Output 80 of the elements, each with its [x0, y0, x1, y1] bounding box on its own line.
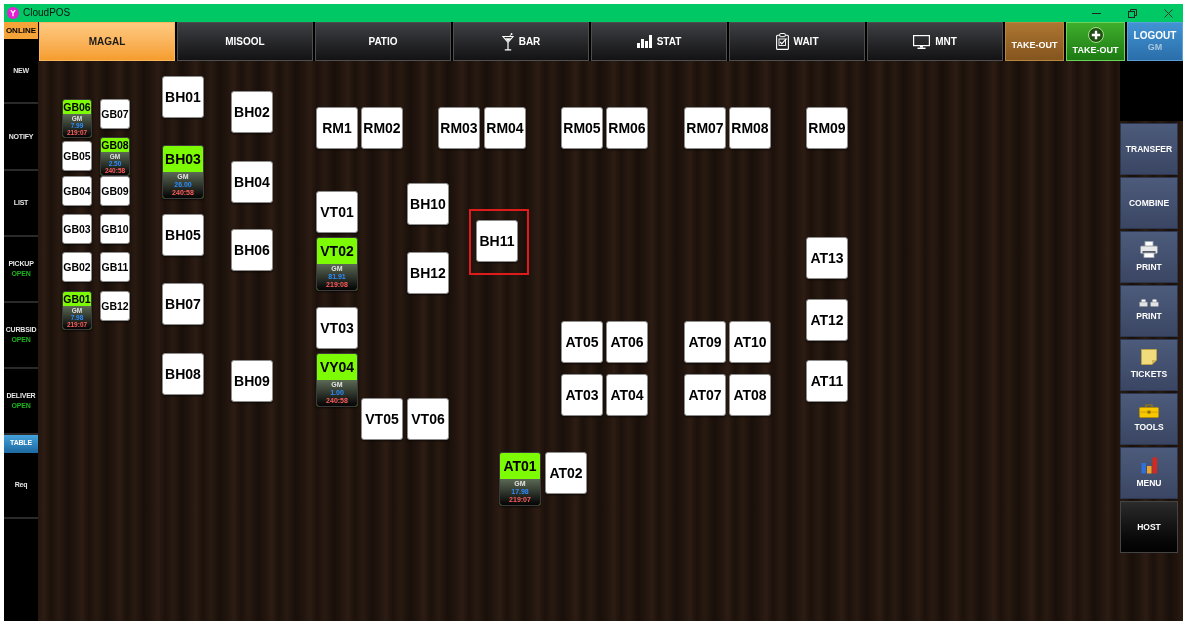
take-out-button[interactable]: TAKE-OUT — [1066, 22, 1125, 61]
table-button[interactable]: RM09 — [806, 107, 848, 149]
table-button[interactable]: BH12 — [407, 252, 449, 294]
logo-icon — [7, 7, 19, 19]
tab[interactable]: STAT — [591, 22, 727, 61]
printer-icon — [1140, 240, 1158, 258]
action-button[interactable]: TRANSFER — [1120, 123, 1178, 175]
colored-bar-chart-icon — [1140, 456, 1158, 474]
table-button[interactable]: RM05 — [561, 107, 603, 149]
table-button[interactable]: GB04 — [62, 176, 92, 206]
table-button[interactable]: RM04 — [484, 107, 526, 149]
table-button[interactable]: AT10 — [729, 321, 771, 363]
table-button[interactable]: AT03 — [561, 374, 603, 416]
table-button[interactable]: GB07 — [100, 99, 130, 129]
monitor-icon — [913, 34, 931, 49]
table-button[interactable]: BH08 — [162, 353, 204, 395]
action-button[interactable]: COMBINE — [1120, 177, 1178, 229]
close-icon[interactable] — [1164, 8, 1173, 18]
table-button[interactable]: RM03 — [438, 107, 480, 149]
bar-chart-icon — [636, 35, 652, 48]
action-button[interactable]: PRINT — [1120, 285, 1178, 337]
plus-circle-icon — [1087, 27, 1104, 44]
table-button[interactable]: GB02 — [62, 252, 92, 282]
table-button[interactable]: GB05 — [62, 141, 92, 171]
table-button[interactable]: AT09 — [684, 321, 726, 363]
table-button[interactable]: BH01 — [162, 76, 204, 118]
table-button[interactable]: GB10 — [100, 214, 130, 244]
action-button[interactable]: PRINT — [1120, 231, 1178, 283]
minimize-icon[interactable] — [1092, 12, 1101, 14]
tab[interactable]: BAR — [453, 22, 589, 61]
clipboard-check-icon — [775, 33, 789, 50]
table-button[interactable]: RM1 — [316, 107, 358, 149]
action-button[interactable]: HOST — [1120, 501, 1178, 553]
tab[interactable]: MNT — [867, 22, 1003, 61]
table-button[interactable]: VT06 — [407, 398, 449, 440]
tab[interactable]: WAIT — [729, 22, 865, 61]
table-button[interactable]: AT02 — [545, 452, 587, 494]
table-button[interactable]: BH07 — [162, 283, 204, 325]
two-printers-icon — [1139, 299, 1159, 308]
tab[interactable]: PATIO — [315, 22, 451, 61]
table-button[interactable]: AT07 — [684, 374, 726, 416]
table-button[interactable]: BH02 — [231, 91, 273, 133]
table-button[interactable]: AT08 — [729, 374, 771, 416]
sticky-note-icon — [1141, 349, 1157, 366]
table-button[interactable]: RM07 — [684, 107, 726, 149]
cocktail-glass-icon — [501, 32, 514, 51]
table-button[interactable]: AT13 — [806, 237, 848, 279]
connection-status: ONLINE — [4, 22, 38, 39]
window-title: CloudPOS — [23, 8, 71, 18]
table-button[interactable]: BH06 — [231, 229, 273, 271]
table-button[interactable]: VT05 — [361, 398, 403, 440]
table-button[interactable]: BH05 — [162, 214, 204, 256]
action-button[interactable]: TOOLS — [1120, 393, 1178, 445]
toolbox-icon — [1139, 404, 1159, 419]
table-button[interactable]: RM06 — [606, 107, 648, 149]
table-button[interactable]: GB03 — [62, 214, 92, 244]
table-button[interactable]: RM08 — [729, 107, 771, 149]
table-button[interactable]: RM02 — [361, 107, 403, 149]
table-button[interactable]: AT12 — [806, 299, 848, 341]
logout-button[interactable]: LOGOUT GM — [1127, 22, 1183, 61]
table-button[interactable]: BH11 — [476, 220, 518, 262]
user-label: GM — [1147, 42, 1163, 53]
table-button[interactable]: GB12 — [100, 291, 130, 321]
table-button[interactable]: VT01 — [316, 191, 358, 233]
table-button[interactable]: BH09 — [231, 360, 273, 402]
table-button[interactable]: BH04 — [231, 161, 273, 203]
action-button[interactable]: MENU — [1120, 447, 1178, 499]
restore-icon[interactable] — [1128, 8, 1137, 18]
action-button[interactable]: TICKETS — [1120, 339, 1178, 391]
table-button[interactable]: GB11 — [100, 252, 130, 282]
table-button[interactable]: BH10 — [407, 183, 449, 225]
table-button[interactable]: AT05 — [561, 321, 603, 363]
tab[interactable]: MISOOL — [177, 22, 313, 61]
take-out-button[interactable]: TAKE-OUT — [1005, 22, 1064, 61]
tab[interactable]: MAGAL — [39, 22, 175, 61]
table-button[interactable]: AT11 — [806, 360, 848, 402]
table-button[interactable]: AT04 — [606, 374, 648, 416]
table-button[interactable]: GB09 — [100, 176, 130, 206]
table-button[interactable]: VT03 — [316, 307, 358, 349]
table-button[interactable]: AT06 — [606, 321, 648, 363]
